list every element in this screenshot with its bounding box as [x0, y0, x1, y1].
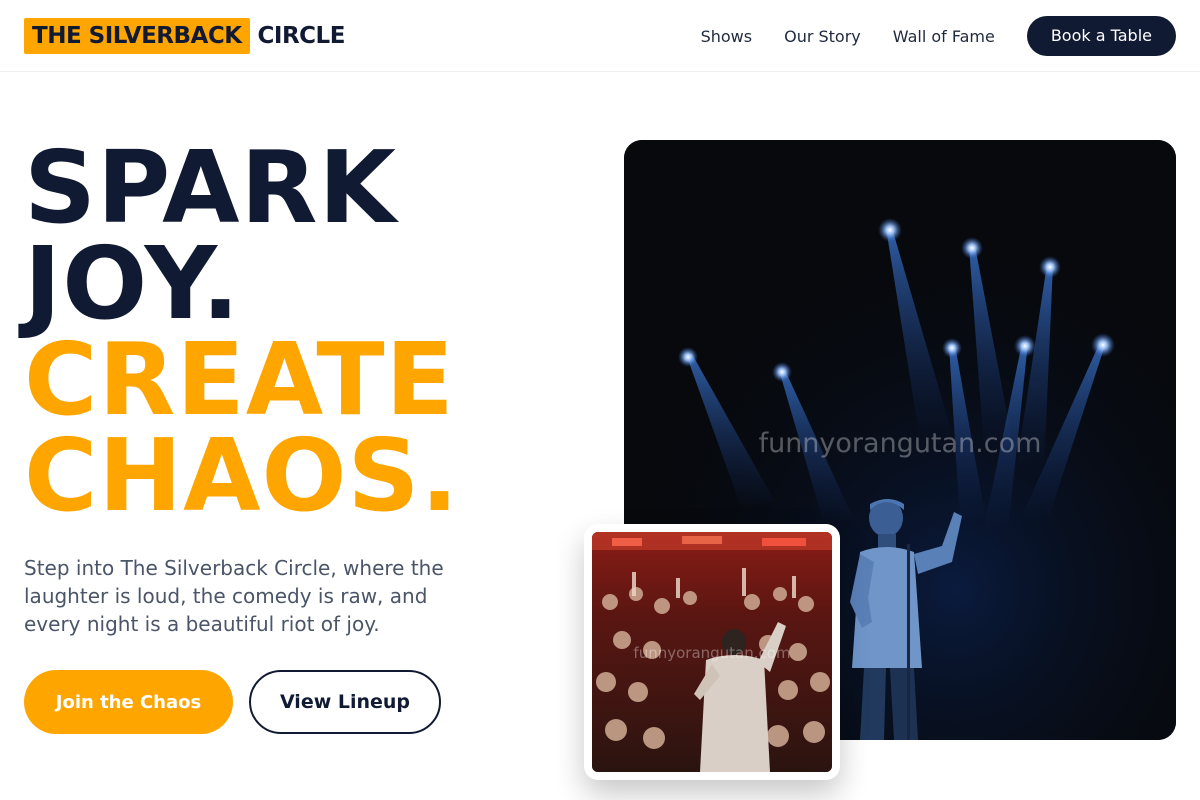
headline-line-1: SPARK [24, 129, 398, 246]
nav-link-wall-of-fame[interactable]: Wall of Fame [893, 27, 995, 46]
crowd-watermark: funnyorangutan.com [633, 644, 790, 662]
hero-headline: SPARK JOY. CREATE CHAOS. [24, 129, 584, 534]
crowd-photo-card: funnyorangutan.com [584, 524, 840, 780]
headline-line-3: CREATE [24, 321, 455, 438]
main-nav: Shows Our Story Wall of Fame Book a Tabl… [701, 16, 1176, 56]
site-header: THE SILVERBACK CIRCLE Shows Our Story Wa… [0, 0, 1200, 72]
book-a-table-button[interactable]: Book a Table [1026, 16, 1176, 56]
crowd-photo: funnyorangutan.com [592, 532, 832, 772]
headline-line-4: CHAOS. [24, 417, 460, 534]
logo-word: CIRCLE [257, 23, 346, 49]
logo[interactable]: THE SILVERBACK CIRCLE [24, 18, 345, 54]
logo-mark: THE SILVERBACK [24, 18, 250, 54]
hero-description: Step into The Silverback Circle, where t… [24, 556, 444, 636]
view-lineup-button[interactable]: View Lineup [249, 670, 441, 734]
nav-link-our-story[interactable]: Our Story [784, 27, 861, 46]
nav-link-shows[interactable]: Shows [701, 27, 753, 46]
stage-watermark: funnyorangutan.com [759, 428, 1042, 459]
crowd-photo-illustration: funnyorangutan.com [592, 532, 832, 772]
join-the-chaos-button[interactable]: Join the Chaos [24, 670, 233, 734]
headline-line-2: JOY. [24, 225, 241, 342]
